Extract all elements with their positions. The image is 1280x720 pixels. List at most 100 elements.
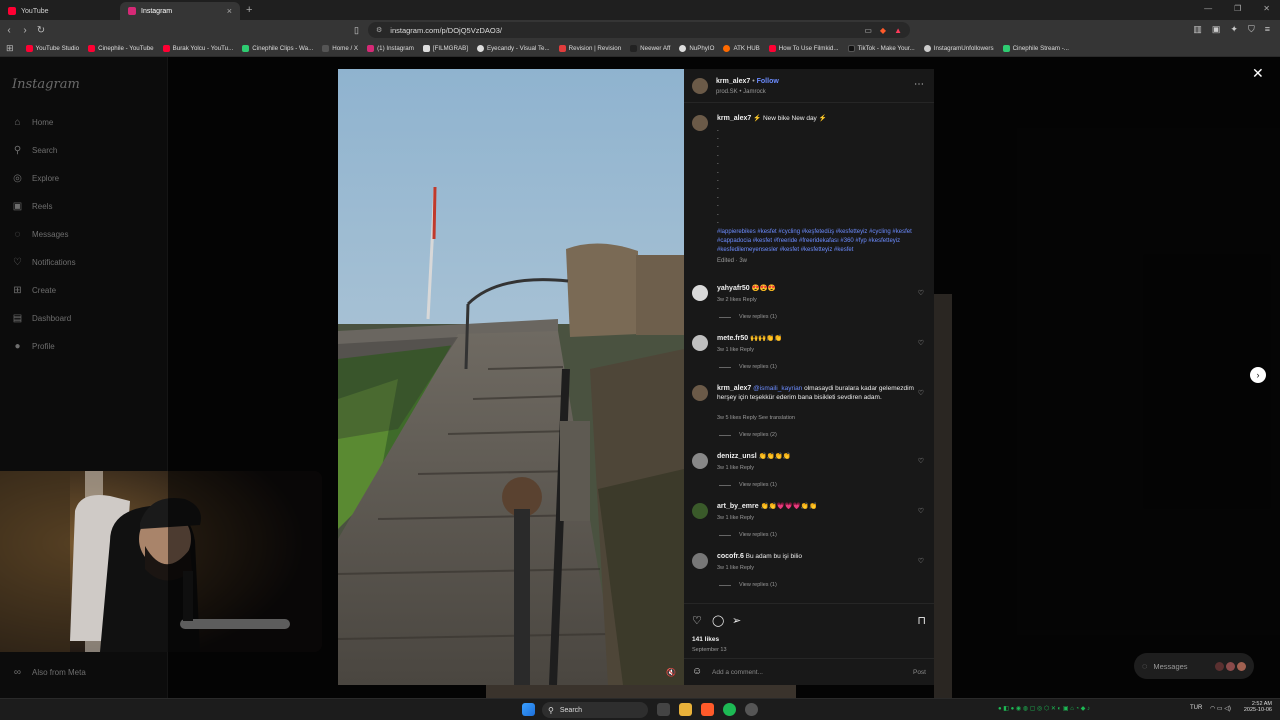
- mention-link[interactable]: @ismaili_kayrian: [753, 385, 802, 392]
- avatar[interactable]: [692, 385, 708, 401]
- comment-username[interactable]: cocofr.6: [717, 553, 744, 560]
- bookmark-item[interactable]: Cinephile Stream -...: [1002, 44, 1069, 52]
- sidebar-item-reels[interactable]: ▣ Reels: [12, 201, 53, 212]
- clock[interactable]: 2:52 AM 2025-10-06: [1238, 701, 1272, 713]
- like-comment-icon[interactable]: ♡: [918, 389, 924, 397]
- extensions-icon[interactable]: ✦: [1230, 24, 1238, 35]
- avatar[interactable]: [692, 335, 708, 351]
- sidebar-item-notifications[interactable]: ♡ Notifications: [12, 257, 76, 268]
- post-photo[interactable]: 🔇: [338, 69, 684, 685]
- site-info-icon[interactable]: ⚙: [376, 26, 382, 34]
- avatar[interactable]: [692, 503, 708, 519]
- sidebar-item-home[interactable]: ⌂ Home: [12, 117, 53, 128]
- post-username[interactable]: krm_alex7: [716, 78, 750, 85]
- like-comment-icon[interactable]: ♡: [918, 557, 924, 565]
- bookmark-item[interactable]: Neewer Aff: [630, 44, 670, 52]
- bookmark-item[interactable]: Home / X: [322, 44, 358, 52]
- comment-username[interactable]: yahyafr50: [717, 285, 750, 292]
- more-options-icon[interactable]: ⋯: [914, 79, 924, 90]
- menu-icon[interactable]: ≡: [1265, 24, 1270, 35]
- comment-meta[interactable]: 3w 1 like Reply: [717, 347, 754, 353]
- instagram-logo[interactable]: Instagram: [12, 77, 80, 92]
- comment-meta[interactable]: 3w 2 likes Reply: [717, 297, 757, 303]
- brave-icon[interactable]: [701, 703, 714, 716]
- sidebar-item-search[interactable]: ⚲ Search: [12, 145, 58, 156]
- minimize-icon[interactable]: —: [1204, 4, 1212, 13]
- view-replies[interactable]: View replies (1): [719, 364, 777, 370]
- view-replies[interactable]: View replies (1): [719, 314, 777, 320]
- save-icon[interactable]: ⊓: [917, 614, 926, 627]
- next-post-button[interactable]: ›: [1250, 367, 1266, 383]
- bookmark-icon[interactable]: ▯: [354, 25, 359, 36]
- messages-drawer-button[interactable]: ◌ Messages: [1134, 653, 1254, 679]
- view-replies[interactable]: View replies (1): [719, 532, 777, 538]
- like-comment-icon[interactable]: ♡: [918, 339, 924, 347]
- heart-icon[interactable]: ♡: [692, 614, 702, 627]
- bookmark-item[interactable]: Cinephile - YouTube: [88, 44, 154, 52]
- comment-username[interactable]: krm_alex7: [717, 385, 751, 392]
- comment-icon[interactable]: ◯: [712, 614, 724, 627]
- like-comment-icon[interactable]: ♡: [918, 507, 924, 515]
- bookmark-item[interactable]: YouTube Studio: [25, 44, 79, 52]
- hashtags[interactable]: #lappierebikes #kesfet #cycling #keşfete…: [717, 228, 915, 255]
- language-indicator[interactable]: TUR: [1190, 705, 1202, 711]
- taskbar-search[interactable]: ⚲ Search: [542, 702, 648, 718]
- comment-username[interactable]: denizz_unsl: [717, 453, 757, 460]
- bookmark-item[interactable]: How To Use Filmkid...: [768, 44, 839, 52]
- audio-label[interactable]: prod.SK • Jamrock: [716, 89, 766, 95]
- close-window-icon[interactable]: ✕: [1263, 4, 1270, 13]
- avatar[interactable]: [692, 78, 708, 94]
- view-replies[interactable]: View replies (2): [719, 432, 777, 438]
- avatar[interactable]: [692, 285, 708, 301]
- maximize-icon[interactable]: ❐: [1234, 4, 1241, 13]
- avatar[interactable]: [692, 553, 708, 569]
- avatar[interactable]: [692, 115, 708, 131]
- comment-username[interactable]: art_by_emre: [717, 503, 759, 510]
- view-replies[interactable]: View replies (1): [719, 482, 777, 488]
- bookmark-item[interactable]: Burak Yolcu - YouTu...: [162, 44, 233, 52]
- obs-icon[interactable]: [745, 703, 758, 716]
- comment-input[interactable]: Add a comment...: [712, 669, 763, 676]
- windows-start-icon[interactable]: [522, 703, 535, 716]
- sidebar-item-create[interactable]: ⊞ Create: [12, 285, 56, 296]
- sidebar-item-messages[interactable]: ◌ Messages: [12, 229, 69, 240]
- likes-count[interactable]: 141 likes: [692, 636, 719, 643]
- spotify-icon[interactable]: [723, 703, 736, 716]
- follow-button[interactable]: Follow: [757, 78, 779, 85]
- comment-meta[interactable]: 3w 1 like Reply: [717, 515, 754, 521]
- tab-youtube[interactable]: YouTube: [0, 2, 120, 20]
- post-comment-button[interactable]: Post: [913, 669, 926, 676]
- sidebar-item-meta[interactable]: ∞ Also from Meta: [12, 667, 86, 678]
- brave-rewards-icon[interactable]: ▲: [894, 26, 902, 35]
- bookmark-item[interactable]: TikTok - Make Your...: [847, 44, 915, 52]
- like-comment-icon[interactable]: ♡: [918, 289, 924, 297]
- forward-icon[interactable]: ›: [18, 25, 32, 36]
- bookmark-item[interactable]: Cinephile Clips - Wa...: [242, 44, 313, 52]
- shield-icon[interactable]: ⛉: [1248, 24, 1255, 35]
- bookmark-item[interactable]: (1) Instagram: [367, 44, 414, 52]
- tray-icons[interactable]: ● ◧ ● ◉ ◍ ▢ ◎ ⬡ ✕ ◐ ▣ ⌂ ◔ ◆ ♪: [998, 705, 1090, 712]
- bookmark-item[interactable]: ATK HUB: [723, 44, 760, 52]
- task-view-icon[interactable]: [657, 703, 670, 716]
- new-tab-button[interactable]: +: [246, 4, 252, 16]
- mute-icon[interactable]: 🔇: [666, 668, 676, 677]
- sidebar-toggle-icon[interactable]: ▥: [1193, 24, 1202, 35]
- wallet-icon[interactable]: ▣: [1212, 24, 1221, 35]
- close-icon[interactable]: ✕: [1252, 65, 1264, 82]
- bookmark-item[interactable]: InstagramUnfollowers: [923, 44, 994, 52]
- cast-icon[interactable]: ▭: [864, 26, 872, 35]
- address-bar[interactable]: ⚙ instagram.com/p/DOjQ5VzDAO3/ ▭ ◆ ▲: [368, 22, 910, 38]
- bookmark-item[interactable]: [FILMGRAB]: [422, 44, 468, 52]
- comment-meta[interactable]: 3w 5 likes Reply See translation: [717, 415, 795, 421]
- tab-instagram[interactable]: Instagram ×: [120, 2, 240, 20]
- comment-username[interactable]: mete.fr50: [717, 335, 748, 342]
- comment-meta[interactable]: 3w 1 like Reply: [717, 465, 754, 471]
- share-icon[interactable]: ➢: [732, 614, 741, 627]
- comment-meta[interactable]: 3w 1 like Reply: [717, 565, 754, 571]
- avatar[interactable]: [692, 453, 708, 469]
- bookmark-item[interactable]: Eyecandy - Visual Te...: [476, 44, 550, 52]
- sidebar-item-profile[interactable]: ● Profile: [12, 341, 54, 352]
- close-tab-icon[interactable]: ×: [227, 6, 232, 16]
- view-replies[interactable]: View replies (1): [719, 582, 777, 588]
- emoji-icon[interactable]: ☺: [692, 666, 702, 677]
